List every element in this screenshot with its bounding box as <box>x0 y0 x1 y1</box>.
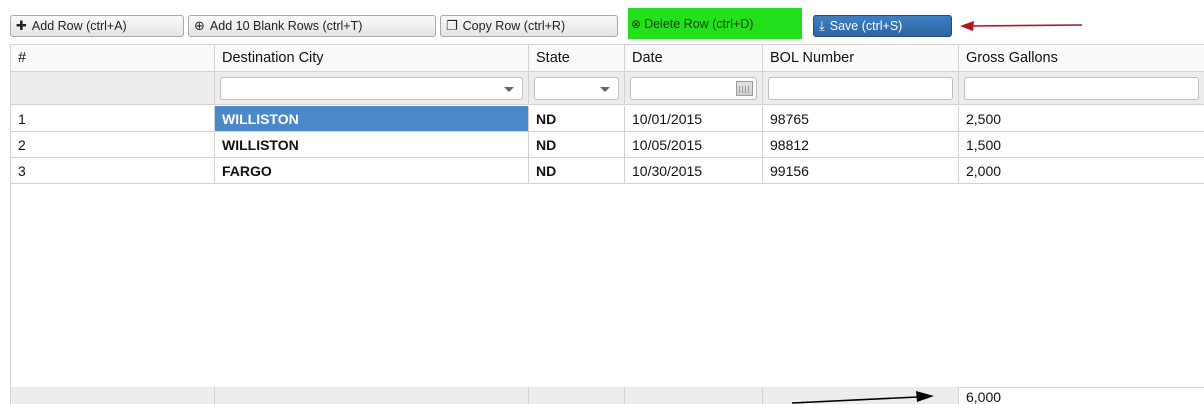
header-num[interactable]: # <box>11 45 215 72</box>
state-cell[interactable]: ND <box>529 158 625 184</box>
footer-cell <box>625 387 763 404</box>
header-destination-city[interactable]: Destination City <box>215 45 529 72</box>
destination-city-cell[interactable]: FARGO <box>215 158 529 184</box>
gross-gallons-total: 6,000 <box>959 387 1204 404</box>
gross-gallons-cell[interactable]: 2,500 <box>959 106 1204 132</box>
row-number[interactable]: 1 <box>11 106 215 132</box>
header-date[interactable]: Date <box>625 45 763 72</box>
add-blank-rows-button[interactable]: ⊕ Add 10 Blank Rows (ctrl+T) <box>188 15 436 37</box>
destination-city-cell[interactable]: WILLISTON <box>215 132 529 158</box>
filter-cell-gallons <box>959 72 1204 105</box>
plus-circle-icon: ⊕ <box>194 18 205 33</box>
delete-row-label: Delete Row (ctrl+D) <box>644 16 754 31</box>
gross-gallons-cell[interactable]: 2,000 <box>959 158 1204 184</box>
grid-footer-summary: 6,000 <box>11 387 1204 404</box>
bol-number-cell[interactable]: 98812 <box>763 132 959 158</box>
date-filter-input[interactable] <box>630 76 757 100</box>
delete-row-button[interactable]: ⊗ Delete Row (ctrl+D) <box>628 8 802 39</box>
grid-filter-row <box>11 72 1204 105</box>
table-row[interactable]: 1 WILLISTON ND 10/01/2015 98765 2,500 <box>11 106 1204 132</box>
footer-cell <box>763 387 959 404</box>
date-cell[interactable]: 10/01/2015 <box>625 106 763 132</box>
x-circle-icon: ⊗ <box>631 16 642 31</box>
calendar-icon[interactable] <box>736 80 753 96</box>
state-cell[interactable]: ND <box>529 132 625 158</box>
table-row[interactable]: 3 FARGO ND 10/30/2015 99156 2,000 <box>11 158 1204 184</box>
copy-icon: ❐ <box>446 18 458 33</box>
footer-cell <box>11 387 215 404</box>
gross-gallons-cell[interactable]: 1,500 <box>959 132 1204 158</box>
data-grid: # Destination City State Date BOL Number… <box>10 44 1204 404</box>
filter-cell-city <box>215 72 529 105</box>
row-number[interactable]: 3 <box>11 158 215 184</box>
city-filter-dropdown[interactable] <box>220 76 523 100</box>
bol-number-cell[interactable]: 99156 <box>763 158 959 184</box>
header-bol-number[interactable]: BOL Number <box>763 45 959 72</box>
destination-city-cell[interactable]: WILLISTON <box>215 106 529 132</box>
save-label: Save (ctrl+S) <box>829 19 903 33</box>
filter-cell-date <box>625 72 763 105</box>
save-icon: ⤓ <box>819 18 825 33</box>
chevron-down-icon <box>600 86 610 92</box>
filter-cell-num <box>11 72 215 105</box>
table-row[interactable]: 2 WILLISTON ND 10/05/2015 98812 1,500 <box>11 132 1204 158</box>
save-button[interactable]: ⤓ Save (ctrl+S) <box>813 15 952 37</box>
footer-cell <box>215 387 529 404</box>
grid-header: # Destination City State Date BOL Number… <box>11 45 1204 72</box>
add-row-button[interactable]: ✚ Add Row (ctrl+A) <box>10 15 184 37</box>
copy-row-label: Copy Row (ctrl+R) <box>462 19 566 33</box>
header-gross-gallons[interactable]: Gross Gallons <box>959 45 1204 72</box>
add-blank-rows-label: Add 10 Blank Rows (ctrl+T) <box>209 19 363 33</box>
add-row-label: Add Row (ctrl+A) <box>31 19 127 33</box>
date-cell[interactable]: 10/30/2015 <box>625 158 763 184</box>
footer-cell <box>529 387 625 404</box>
date-cell[interactable]: 10/05/2015 <box>625 132 763 158</box>
gallons-filter-input[interactable] <box>964 76 1199 100</box>
chevron-down-icon <box>504 86 514 92</box>
state-filter-dropdown[interactable] <box>534 76 619 100</box>
header-state[interactable]: State <box>529 45 625 72</box>
grid-toolbar: ✚ Add Row (ctrl+A) ⊕ Add 10 Blank Rows (… <box>10 6 1204 39</box>
row-number[interactable]: 2 <box>11 132 215 158</box>
filter-cell-bol <box>763 72 959 105</box>
filter-cell-state <box>529 72 625 105</box>
bol-number-cell[interactable]: 98765 <box>763 106 959 132</box>
plus-icon: ✚ <box>16 18 27 33</box>
bol-filter-input[interactable] <box>768 76 953 100</box>
state-cell[interactable]: ND <box>529 106 625 132</box>
copy-row-button[interactable]: ❐ Copy Row (ctrl+R) <box>440 15 618 37</box>
